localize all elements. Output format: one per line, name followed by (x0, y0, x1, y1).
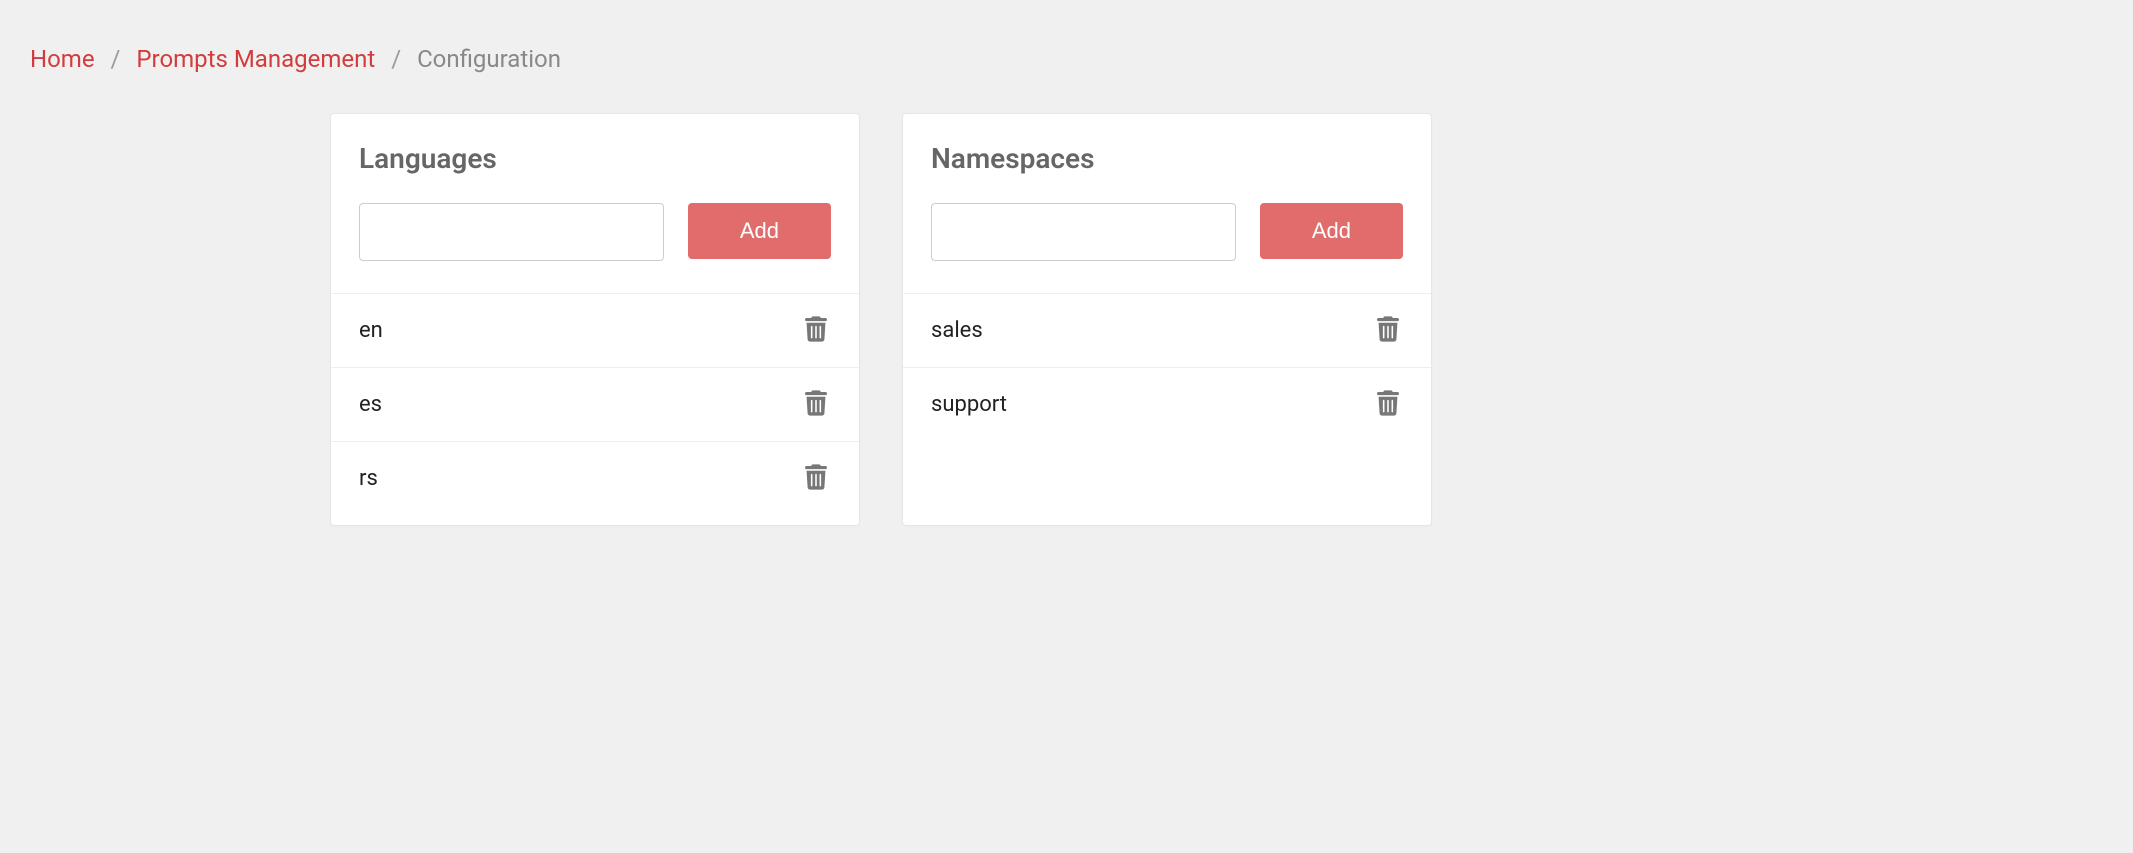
delete-language-button[interactable] (801, 460, 831, 497)
list-item: es (331, 368, 859, 442)
namespaces-title: Namespaces (903, 142, 1431, 195)
trash-icon (805, 464, 827, 493)
languages-add-button[interactable]: Add (688, 203, 831, 259)
languages-card: Languages Add en es (330, 113, 860, 526)
trash-icon (805, 316, 827, 345)
delete-namespace-button[interactable] (1373, 386, 1403, 423)
breadcrumb-prompts-management[interactable]: Prompts Management (136, 45, 375, 73)
delete-language-button[interactable] (801, 312, 831, 349)
delete-language-button[interactable] (801, 386, 831, 423)
namespaces-card: Namespaces Add sales support (902, 113, 1432, 526)
namespaces-add-button[interactable]: Add (1260, 203, 1403, 259)
namespaces-input[interactable] (931, 203, 1236, 261)
list-item: en (331, 294, 859, 368)
breadcrumb-separator: / (391, 45, 401, 73)
list-item: rs (331, 442, 859, 515)
list-item: sales (903, 294, 1431, 368)
list-item: support (903, 368, 1431, 441)
languages-list: en es rs (331, 293, 859, 515)
language-item-label: en (359, 318, 383, 343)
trash-icon (1377, 316, 1399, 345)
namespaces-list: sales support (903, 293, 1431, 441)
namespace-item-label: sales (931, 318, 983, 343)
breadcrumb-separator: / (111, 45, 121, 73)
breadcrumb-current: Configuration (417, 45, 561, 73)
breadcrumb-home[interactable]: Home (30, 45, 95, 73)
namespace-item-label: support (931, 392, 1007, 417)
trash-icon (1377, 390, 1399, 419)
languages-title: Languages (331, 142, 859, 195)
delete-namespace-button[interactable] (1373, 312, 1403, 349)
breadcrumb: Home / Prompts Management / Configuratio… (30, 45, 2103, 73)
languages-input[interactable] (359, 203, 664, 261)
language-item-label: rs (359, 466, 378, 491)
language-item-label: es (359, 392, 382, 417)
trash-icon (805, 390, 827, 419)
